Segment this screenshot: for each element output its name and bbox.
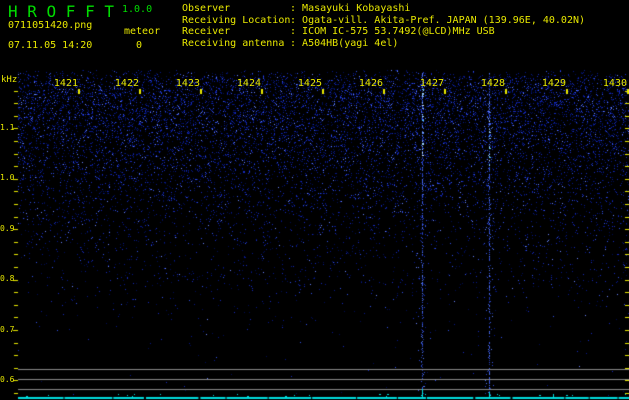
output-filename: 0711051420.png xyxy=(8,20,93,31)
spectrogram-canvas xyxy=(0,0,629,400)
observation-datetime: 07.11.05 14:20 xyxy=(8,40,93,51)
frequency-unit-label: kHz xyxy=(1,75,18,85)
app-version: 1.0.0 xyxy=(122,4,153,15)
time-label-1429: 1429 xyxy=(541,78,566,89)
freq-label-1.0: 1.0 xyxy=(0,173,15,182)
station-info-row: Observer: Masayuki Kobayashi xyxy=(182,3,585,15)
time-label-1425: 1425 xyxy=(297,78,322,89)
time-label-1427: 1427 xyxy=(419,78,444,89)
station-info-row: Receiving antenna: A504HB(yagi 4el) xyxy=(182,38,585,50)
station-info-block: Observer: Masayuki Kobayashi Receiving Lo… xyxy=(182,3,585,49)
info-value: ICOM IC-575 53.7492(@LCD)MHz USB xyxy=(302,26,495,38)
station-info-row: Receiver: ICOM IC-575 53.7492(@LCD)MHz U… xyxy=(182,26,585,38)
time-label-1423: 1423 xyxy=(175,78,200,89)
info-label: Receiving antenna xyxy=(182,37,285,49)
time-label-1421: 1421 xyxy=(53,78,78,89)
info-label: Receiving Location xyxy=(182,14,291,26)
meteor-count-value: 0 xyxy=(136,40,143,51)
time-label-1422: 1422 xyxy=(114,78,139,89)
time-label-1428: 1428 xyxy=(480,78,505,89)
info-separator: : xyxy=(290,14,303,26)
time-label-1430: 1430 xyxy=(602,78,627,89)
app-title: H R O F F T xyxy=(8,2,114,21)
info-value: Ogata-vill. Akita-Pref. JAPAN (139.96E, … xyxy=(302,14,586,26)
freq-label-0.7: 0.7 xyxy=(0,325,15,334)
info-separator: : xyxy=(290,3,303,14)
freq-label-0.8: 0.8 xyxy=(0,274,15,283)
info-label: Receiver xyxy=(182,26,231,38)
info-separator: : xyxy=(290,37,303,49)
info-label: Observer xyxy=(182,3,231,14)
time-label-1426: 1426 xyxy=(358,78,383,89)
station-info-row: Receiving Location: Ogata-vill. Akita-Pr… xyxy=(182,15,585,27)
mode-label: meteor xyxy=(124,26,161,37)
time-label-1424: 1424 xyxy=(236,78,261,89)
freq-label-0.6: 0.6 xyxy=(0,375,15,384)
hrofft-window: H R O F F T 1.0.0 0711051420.png meteor … xyxy=(0,0,629,400)
freq-label-0.9: 0.9 xyxy=(0,224,15,233)
info-separator: : xyxy=(290,26,303,38)
info-value: Masayuki Kobayashi xyxy=(302,3,411,14)
freq-label-1.1: 1.1 xyxy=(0,123,15,132)
info-value: A504HB(yagi 4el) xyxy=(302,37,399,49)
